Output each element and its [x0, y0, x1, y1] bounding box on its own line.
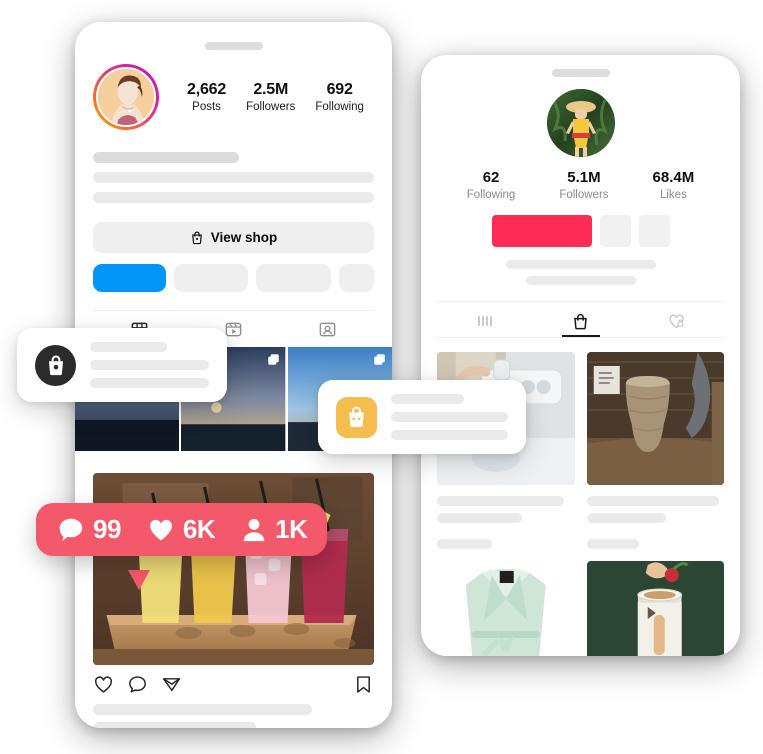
tab-grid[interactable]: [476, 312, 494, 331]
avatar: [96, 67, 156, 127]
composition-stage: 62 Following 5.1M Followers 68.4M Likes: [0, 0, 763, 754]
tiktok-message-button[interactable]: [599, 215, 631, 247]
instagram-username-skeleton: [204, 42, 263, 50]
instagram-stat-posts[interactable]: 2,662 Posts: [187, 81, 226, 113]
product-image-vase: [586, 352, 724, 485]
tab-liked[interactable]: [667, 312, 686, 331]
post-action-bar: [93, 674, 374, 695]
tab-shop[interactable]: [571, 312, 590, 331]
follow-button[interactable]: [93, 264, 166, 292]
shop-notification-card-dark[interactable]: [17, 328, 227, 402]
message-button[interactable]: [173, 264, 249, 292]
shopping-bag-icon: [336, 396, 377, 438]
stat-label: Following: [315, 101, 364, 113]
instagram-stats: 2,662 Posts 2.5M Followers 692 Following: [177, 81, 374, 113]
instagram-story-ring[interactable]: [93, 64, 159, 130]
tiktok-tab-bar: [437, 301, 724, 338]
stat-value: 2.5M: [253, 81, 289, 98]
stat-label: Followers: [246, 101, 296, 113]
card-text-skeleton: [90, 342, 209, 388]
locked-heart-icon: [668, 314, 684, 329]
tiktok-bio-skeleton: [437, 260, 724, 285]
product-title-skeleton: [437, 496, 575, 549]
reels-icon: [225, 322, 242, 337]
tiktok-action-row: [437, 215, 724, 247]
tiktok-username-skeleton: [551, 69, 610, 77]
product-image-blazer: [437, 561, 575, 656]
bookmark-icon[interactable]: [353, 674, 374, 695]
view-shop-button[interactable]: View shop: [93, 222, 374, 253]
instagram-stat-followers[interactable]: 2.5M Followers: [246, 81, 295, 113]
product-image-appliance: [586, 561, 724, 656]
carousel-indicator-icon: [267, 354, 279, 365]
tagged-icon: [319, 322, 335, 337]
tab-tagged[interactable]: [318, 320, 337, 339]
post-caption-skeleton: [93, 704, 374, 728]
person-icon: [240, 516, 268, 544]
stat-value: 2,662: [187, 81, 227, 98]
like-count: 6K: [182, 514, 216, 544]
product-card[interactable]: [586, 561, 724, 656]
tiktok-follow-button[interactable]: [491, 215, 592, 247]
comment-icon: [56, 515, 86, 545]
stat-value: 68.4M: [652, 169, 695, 186]
comment-count: 99: [93, 514, 121, 544]
email-button[interactable]: [256, 264, 331, 292]
product-title-skeleton: [586, 496, 725, 549]
shopping-bag-icon: [573, 313, 587, 330]
comment-icon[interactable]: [127, 674, 148, 695]
tiktok-phone-mockup: 62 Following 5.1M Followers 68.4M Likes: [421, 55, 740, 656]
shopping-bag-icon: [190, 230, 204, 245]
instagram-bio-skeleton: [93, 152, 374, 203]
heart-icon: [146, 516, 176, 544]
stat-label: Posts: [192, 101, 221, 113]
share-icon[interactable]: [161, 674, 182, 695]
view-shop-label: View shop: [210, 230, 278, 245]
active-tab-indicator: [561, 334, 600, 337]
badge-pointer: [128, 570, 150, 590]
product-card[interactable]: [437, 561, 575, 656]
like-icon[interactable]: [93, 674, 114, 695]
stat-label: Followers: [559, 189, 609, 201]
more-button[interactable]: [338, 264, 374, 292]
tiktok-more-button[interactable]: [638, 215, 670, 247]
tiktok-stats: 62 Following 5.1M Followers 68.4M Likes: [437, 169, 724, 201]
grid-bars-icon: [477, 316, 492, 326]
stat-value: 5.1M: [567, 169, 601, 186]
engagement-badge[interactable]: 99 6K 1K: [36, 503, 328, 556]
shopping-bag-icon: [35, 344, 76, 386]
stat-value: 62: [482, 169, 500, 186]
shop-notification-card-yellow[interactable]: [318, 380, 526, 454]
card-text-skeleton: [391, 394, 508, 440]
tiktok-stat-following[interactable]: 62 Following: [467, 169, 516, 201]
follower-count: 1K: [275, 514, 308, 544]
tiktok-stat-followers[interactable]: 5.1M Followers: [559, 169, 608, 201]
instagram-stat-following[interactable]: 692 Following: [315, 81, 364, 113]
stat-label: Following: [466, 189, 516, 201]
stat-label: Likes: [659, 189, 687, 201]
tiktok-stat-likes[interactable]: 68.4M Likes: [653, 169, 695, 201]
product-card[interactable]: [586, 352, 725, 549]
stat-value: 692: [326, 81, 353, 98]
tiktok-avatar[interactable]: [546, 89, 615, 157]
tab-reels[interactable]: [224, 320, 243, 339]
carousel-indicator-icon: [374, 354, 385, 365]
instagram-action-row: [93, 264, 374, 292]
